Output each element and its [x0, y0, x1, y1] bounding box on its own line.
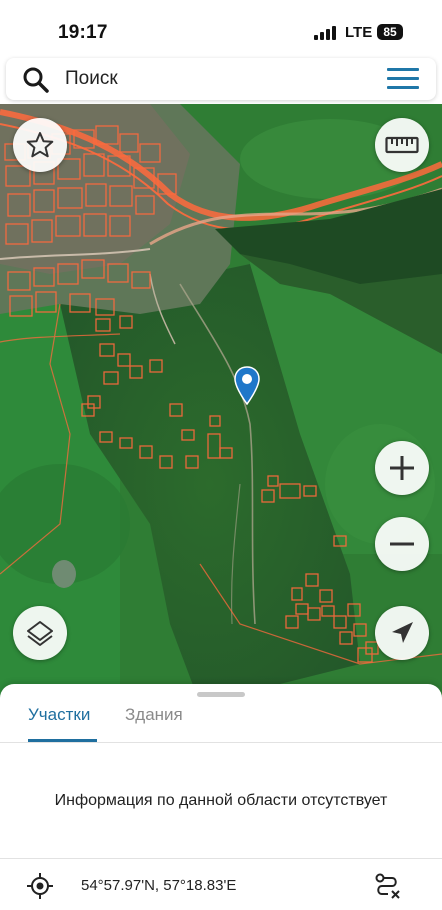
- layers-icon: [27, 621, 53, 646]
- satellite-map[interactable]: [0, 104, 442, 704]
- zoom-in-button[interactable]: [375, 441, 429, 495]
- my-location-button[interactable]: [375, 606, 429, 660]
- ruler-icon: [385, 136, 419, 154]
- coordinates-readout: 54°57.97'N, 57°18.83'E: [81, 877, 237, 894]
- info-sheet: Участки Здания Информация по данной обла…: [0, 684, 442, 910]
- battery-indicator: 85: [377, 24, 403, 40]
- tab-buildings[interactable]: Здания: [125, 705, 183, 725]
- footer-divider: [0, 858, 442, 859]
- map-imagery: [0, 104, 442, 704]
- layers-button[interactable]: [13, 606, 67, 660]
- zoom-out-button[interactable]: [375, 517, 429, 571]
- status-bar: 19:17 LTE 85: [0, 0, 442, 60]
- minus-icon: [390, 542, 414, 546]
- search-bar[interactable]: Поиск: [6, 58, 436, 100]
- navigation-arrow-icon: [392, 622, 413, 643]
- star-icon: [26, 132, 54, 158]
- route-icon[interactable]: [372, 871, 402, 901]
- crosshair-icon[interactable]: [27, 873, 53, 899]
- status-time: 19:17: [58, 22, 108, 43]
- signal-strength-icon: [314, 26, 338, 40]
- info-message: Информация по данной области отсутствует: [54, 792, 388, 809]
- hamburger-menu-icon[interactable]: [387, 68, 419, 90]
- search-input[interactable]: Поиск: [65, 68, 118, 90]
- ruler-button[interactable]: [375, 118, 429, 172]
- location-pin-icon[interactable]: [234, 366, 260, 406]
- tab-parcels[interactable]: Участки: [28, 705, 90, 725]
- tab-divider: [0, 742, 442, 743]
- search-icon[interactable]: [22, 66, 50, 94]
- sheet-drag-handle[interactable]: [197, 692, 245, 697]
- plus-icon: [390, 456, 414, 480]
- favorite-button[interactable]: [13, 118, 67, 172]
- network-type: LTE: [345, 24, 373, 41]
